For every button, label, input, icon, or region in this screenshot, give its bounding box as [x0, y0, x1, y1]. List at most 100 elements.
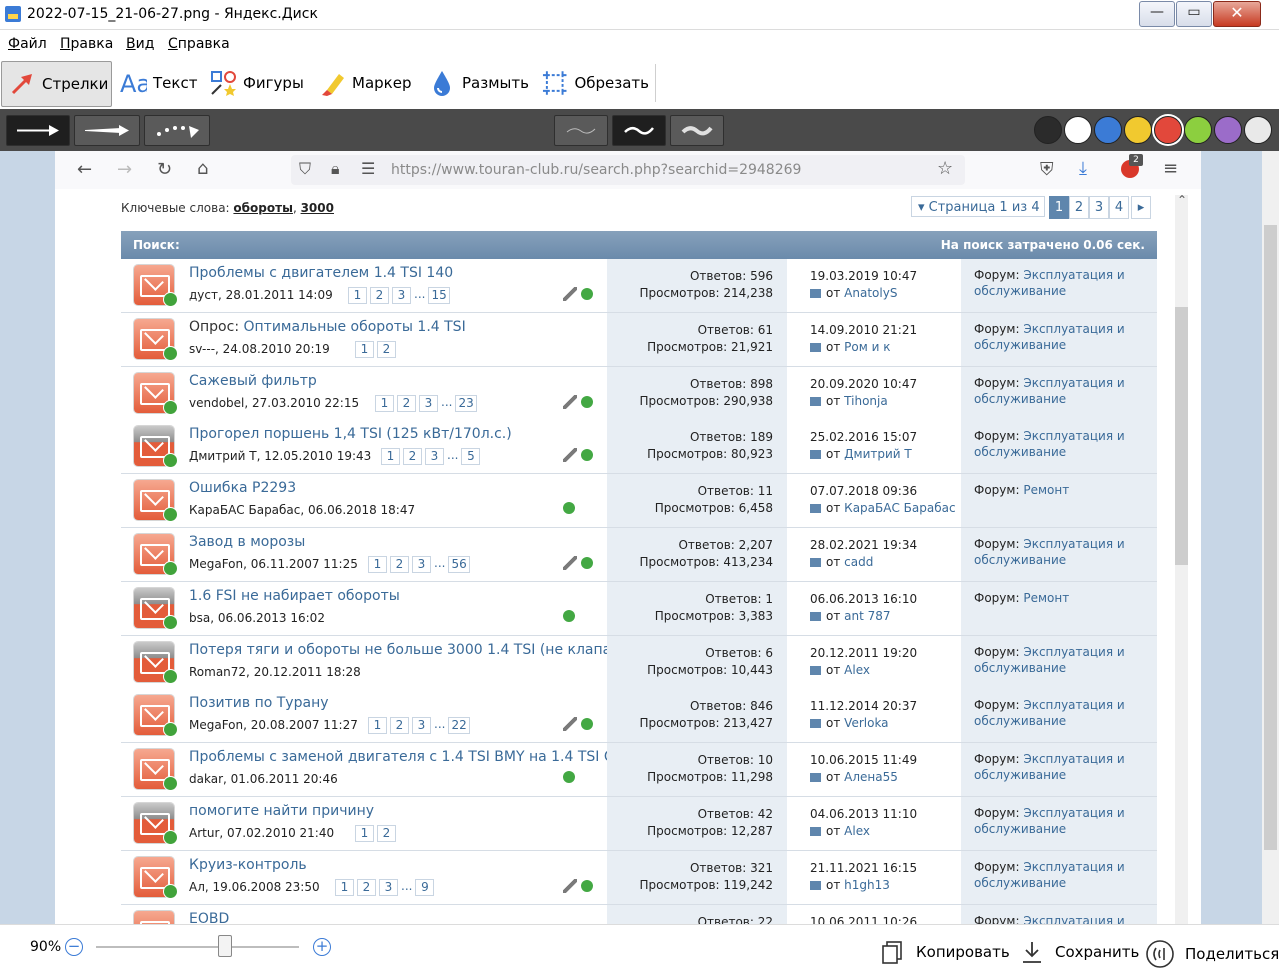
page-info[interactable]: ▾ Страница 1 из 4 [911, 196, 1045, 217]
topic-page-link[interactable]: 2 [390, 717, 409, 734]
color-swatch-blue[interactable] [1094, 116, 1122, 144]
last-post-user[interactable]: cadd [844, 555, 873, 569]
color-swatch-purple[interactable] [1214, 116, 1242, 144]
go-new-icon[interactable] [163, 884, 178, 899]
topic-title[interactable]: Круиз-контроль [189, 857, 307, 873]
keyword-2[interactable]: 3000 [301, 201, 334, 215]
topic-page-link[interactable]: 3 [392, 287, 411, 304]
arrow-style-solid[interactable] [6, 115, 70, 146]
topic-title-link[interactable]: Ошибка P2293 [189, 480, 296, 496]
last-post-icon[interactable] [810, 612, 821, 621]
last-post-icon[interactable] [810, 558, 821, 567]
topic-page-link[interactable]: 1 [355, 341, 374, 358]
topic-page-link[interactable]: 3 [379, 879, 398, 896]
topic-page-link[interactable]: 3 [419, 395, 438, 412]
color-swatch-black[interactable] [1034, 116, 1062, 144]
permissions-icon[interactable]: ☰ [361, 159, 375, 178]
last-post-icon[interactable] [810, 881, 821, 890]
topic-title[interactable]: Проблемы с заменой двигателя с 1.4 TSI B… [189, 749, 633, 765]
topic-title[interactable]: помогите найти причину [189, 803, 374, 819]
topic-title-link[interactable]: Оптимальные обороты 1.4 TSI [244, 319, 466, 335]
last-post-icon[interactable] [810, 504, 821, 513]
address-bar[interactable]: ⛉ 🔒︎ ☰ https://www.touran-club.ru/search… [291, 155, 965, 185]
last-post-user[interactable]: Alex [844, 824, 870, 838]
lock-icon[interactable]: 🔒︎ [331, 159, 340, 179]
page-scroll-thumb[interactable] [1175, 307, 1188, 565]
last-post-icon[interactable] [810, 719, 821, 728]
topic-page-link[interactable]: 2 [377, 341, 396, 358]
topic-title[interactable]: Ошибка P2293 [189, 480, 296, 496]
topic-page-link[interactable]: 3 [425, 448, 444, 465]
last-post-icon[interactable] [810, 827, 821, 836]
last-post-user[interactable]: Tihonja [844, 394, 888, 408]
page-4[interactable]: 4 [1109, 196, 1129, 219]
topic-page-link[interactable]: 1 [348, 287, 367, 304]
save-button[interactable]: Сохранить [1019, 939, 1139, 965]
last-post-user[interactable]: AnatolyS [844, 286, 897, 300]
topic-title[interactable]: Опрос: Оптимальные обороты 1.4 TSI [189, 319, 466, 335]
last-post-user[interactable]: h1gh13 [844, 878, 890, 892]
go-new-icon[interactable] [163, 830, 178, 845]
go-new-icon[interactable] [163, 400, 178, 415]
topic-page-link[interactable]: 56 [448, 556, 470, 573]
topic-page-link[interactable]: 2 [390, 556, 409, 573]
go-new-icon[interactable] [163, 776, 178, 791]
topic-title-link[interactable]: Позитив по Турану [189, 695, 329, 711]
last-post-icon[interactable] [810, 397, 821, 406]
topic-title-link[interactable]: помогите найти причину [189, 803, 374, 819]
topic-page-link[interactable]: 23 [455, 395, 477, 412]
page-2[interactable]: 2 [1069, 196, 1089, 219]
line-medium[interactable] [612, 115, 666, 146]
go-new-icon[interactable] [163, 346, 178, 361]
topic-title[interactable]: Позитив по Турану [189, 695, 329, 711]
topic-title[interactable]: Сажевый фильтр [189, 373, 317, 389]
menu-help[interactable]: Справка [168, 36, 230, 52]
last-post-icon[interactable] [810, 343, 821, 352]
last-post-user[interactable]: КараБАС Барабас [844, 501, 955, 515]
screenshot-image[interactable]: ← → ↻ ⌂ ⛉ 🔒︎ ☰ https://www.touran-club.r… [55, 151, 1201, 924]
page-1[interactable]: 1 [1049, 196, 1069, 219]
last-post-icon[interactable] [810, 289, 821, 298]
home-icon[interactable]: ⌂ [197, 158, 208, 179]
tool-crop[interactable]: Обрезать [535, 61, 649, 105]
topic-page-link[interactable]: 5 [461, 448, 481, 465]
topic-title-link[interactable]: 1.6 FSI не набирает обороты [189, 588, 400, 604]
pocket-icon[interactable]: ⛨ [1040, 159, 1054, 180]
go-new-icon[interactable] [163, 561, 178, 576]
arrow-style-tapered[interactable] [74, 115, 140, 146]
go-new-icon[interactable] [163, 722, 178, 737]
arrow-style-dotted[interactable] [144, 115, 210, 146]
topic-page-link[interactable]: 2 [357, 879, 376, 896]
topic-title-link[interactable]: Завод в морозы [189, 534, 305, 550]
last-post-user[interactable]: Ром и к [844, 340, 890, 354]
color-swatch-green[interactable] [1184, 116, 1212, 144]
keyword-1[interactable]: обороты [233, 201, 293, 215]
minimize-button[interactable]: — [1139, 1, 1175, 27]
last-post-icon[interactable] [810, 666, 821, 675]
topic-title[interactable]: 1.6 FSI не набирает обороты [189, 588, 400, 604]
topic-page-link[interactable]: 2 [370, 287, 389, 304]
page-3[interactable]: 3 [1089, 196, 1109, 219]
color-swatch-white[interactable] [1064, 116, 1092, 144]
last-post-icon[interactable] [810, 450, 821, 459]
topic-title[interactable]: Завод в морозы [189, 534, 305, 550]
zoom-out-icon[interactable]: − [65, 938, 83, 956]
go-new-icon[interactable] [163, 615, 178, 630]
go-new-icon[interactable] [163, 453, 178, 468]
topic-title[interactable]: EOBD [189, 911, 229, 924]
shield-icon[interactable]: ⛉ [299, 159, 311, 179]
tool-text[interactable]: Aa Текст [113, 61, 199, 105]
topic-page-link[interactable]: 1 [368, 717, 387, 734]
topic-page-link[interactable]: 1 [355, 825, 374, 842]
color-swatch-red[interactable] [1154, 116, 1182, 144]
go-new-icon[interactable] [163, 669, 178, 684]
line-thin[interactable] [554, 115, 608, 146]
last-post-user[interactable]: Alex [844, 663, 870, 677]
topic-title-link[interactable]: EOBD [189, 911, 229, 924]
last-post-user[interactable]: Verloka [844, 716, 888, 730]
zoom-in-icon[interactable]: + [313, 938, 331, 956]
topic-title-link[interactable]: Круиз-контроль [189, 857, 307, 873]
topic-page-link[interactable]: 3 [412, 556, 431, 573]
last-post-icon[interactable] [810, 773, 821, 782]
forward-icon[interactable]: → [117, 159, 132, 180]
